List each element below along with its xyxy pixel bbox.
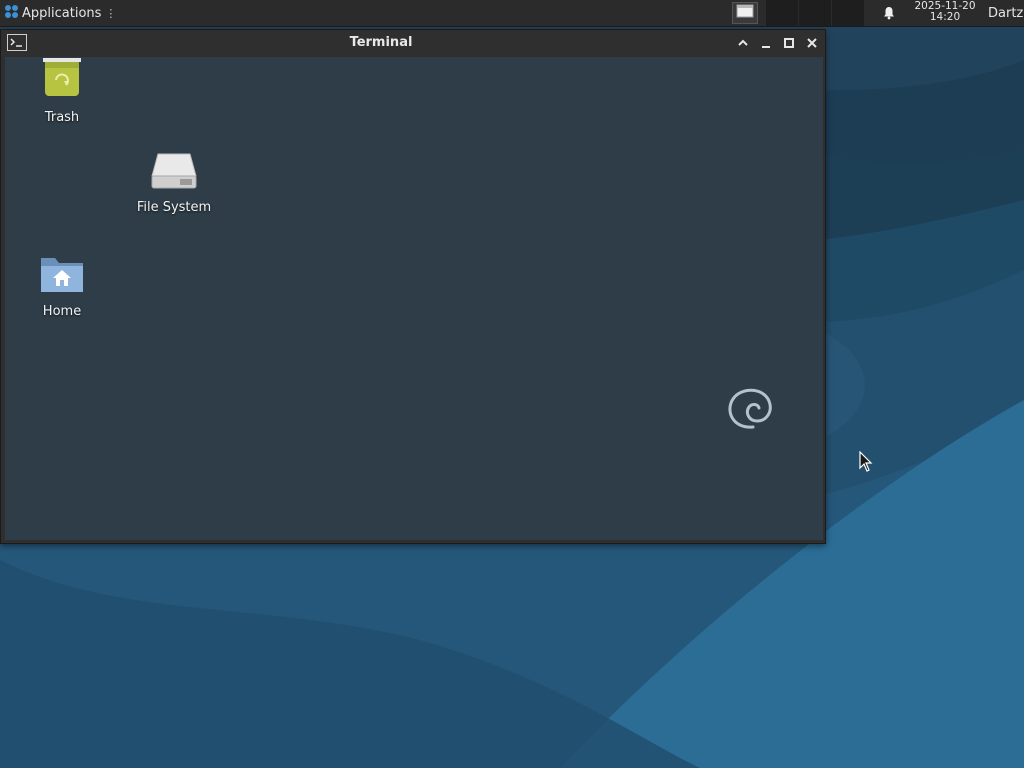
minimize-button[interactable] (756, 33, 776, 53)
home-folder-icon (12, 244, 112, 294)
desktop-icon-label: Home (42, 304, 82, 319)
desktop-icon-home[interactable]: Home (12, 244, 112, 319)
desktop-icon-label: Trash (44, 110, 80, 125)
workspace-2[interactable] (799, 0, 832, 26)
menu-dots-icon: ⋮ (105, 6, 117, 20)
workspace-1[interactable] (766, 0, 799, 26)
maximize-button[interactable] (779, 33, 799, 53)
window-title: Terminal (349, 35, 413, 50)
terminal-window[interactable]: Terminal (0, 29, 826, 544)
debian-swirl-logo (728, 388, 772, 429)
desktop-icon-trash[interactable]: Trash (12, 50, 112, 125)
maximize-icon (783, 34, 795, 53)
drive-icon (124, 140, 224, 190)
workspace-switcher[interactable] (766, 0, 865, 26)
chevron-up-icon (737, 34, 749, 53)
top-panel: Applications ⋮ 2025-11-20 14:20 Dartz (0, 0, 1024, 27)
shade-button[interactable] (733, 33, 753, 53)
applications-menu-button[interactable]: Applications ⋮ (0, 0, 120, 26)
trash-icon (12, 50, 112, 100)
applications-menu-label: Applications (22, 5, 102, 21)
clock-time: 14:20 (929, 11, 961, 23)
notification-bell-icon[interactable] (880, 4, 898, 22)
minimize-icon (760, 34, 772, 53)
mouse-pointer-icon (859, 451, 873, 472)
window-list-button-terminal[interactable] (732, 2, 758, 24)
desktop-icon-label: File System (136, 200, 212, 215)
window-icon (736, 4, 754, 22)
close-icon (806, 34, 818, 53)
xfce-logo-icon (4, 4, 19, 23)
workspace-3[interactable] (832, 0, 865, 26)
close-button[interactable] (802, 33, 822, 53)
desktop-icon-file-system[interactable]: File System (124, 140, 224, 215)
user-menu[interactable]: Dartz (988, 0, 1023, 26)
window-title-bar[interactable]: Terminal (1, 30, 825, 56)
terminal-content-area[interactable] (5, 57, 823, 540)
panel-clock[interactable]: 2025-11-20 14:20 (908, 1, 982, 23)
